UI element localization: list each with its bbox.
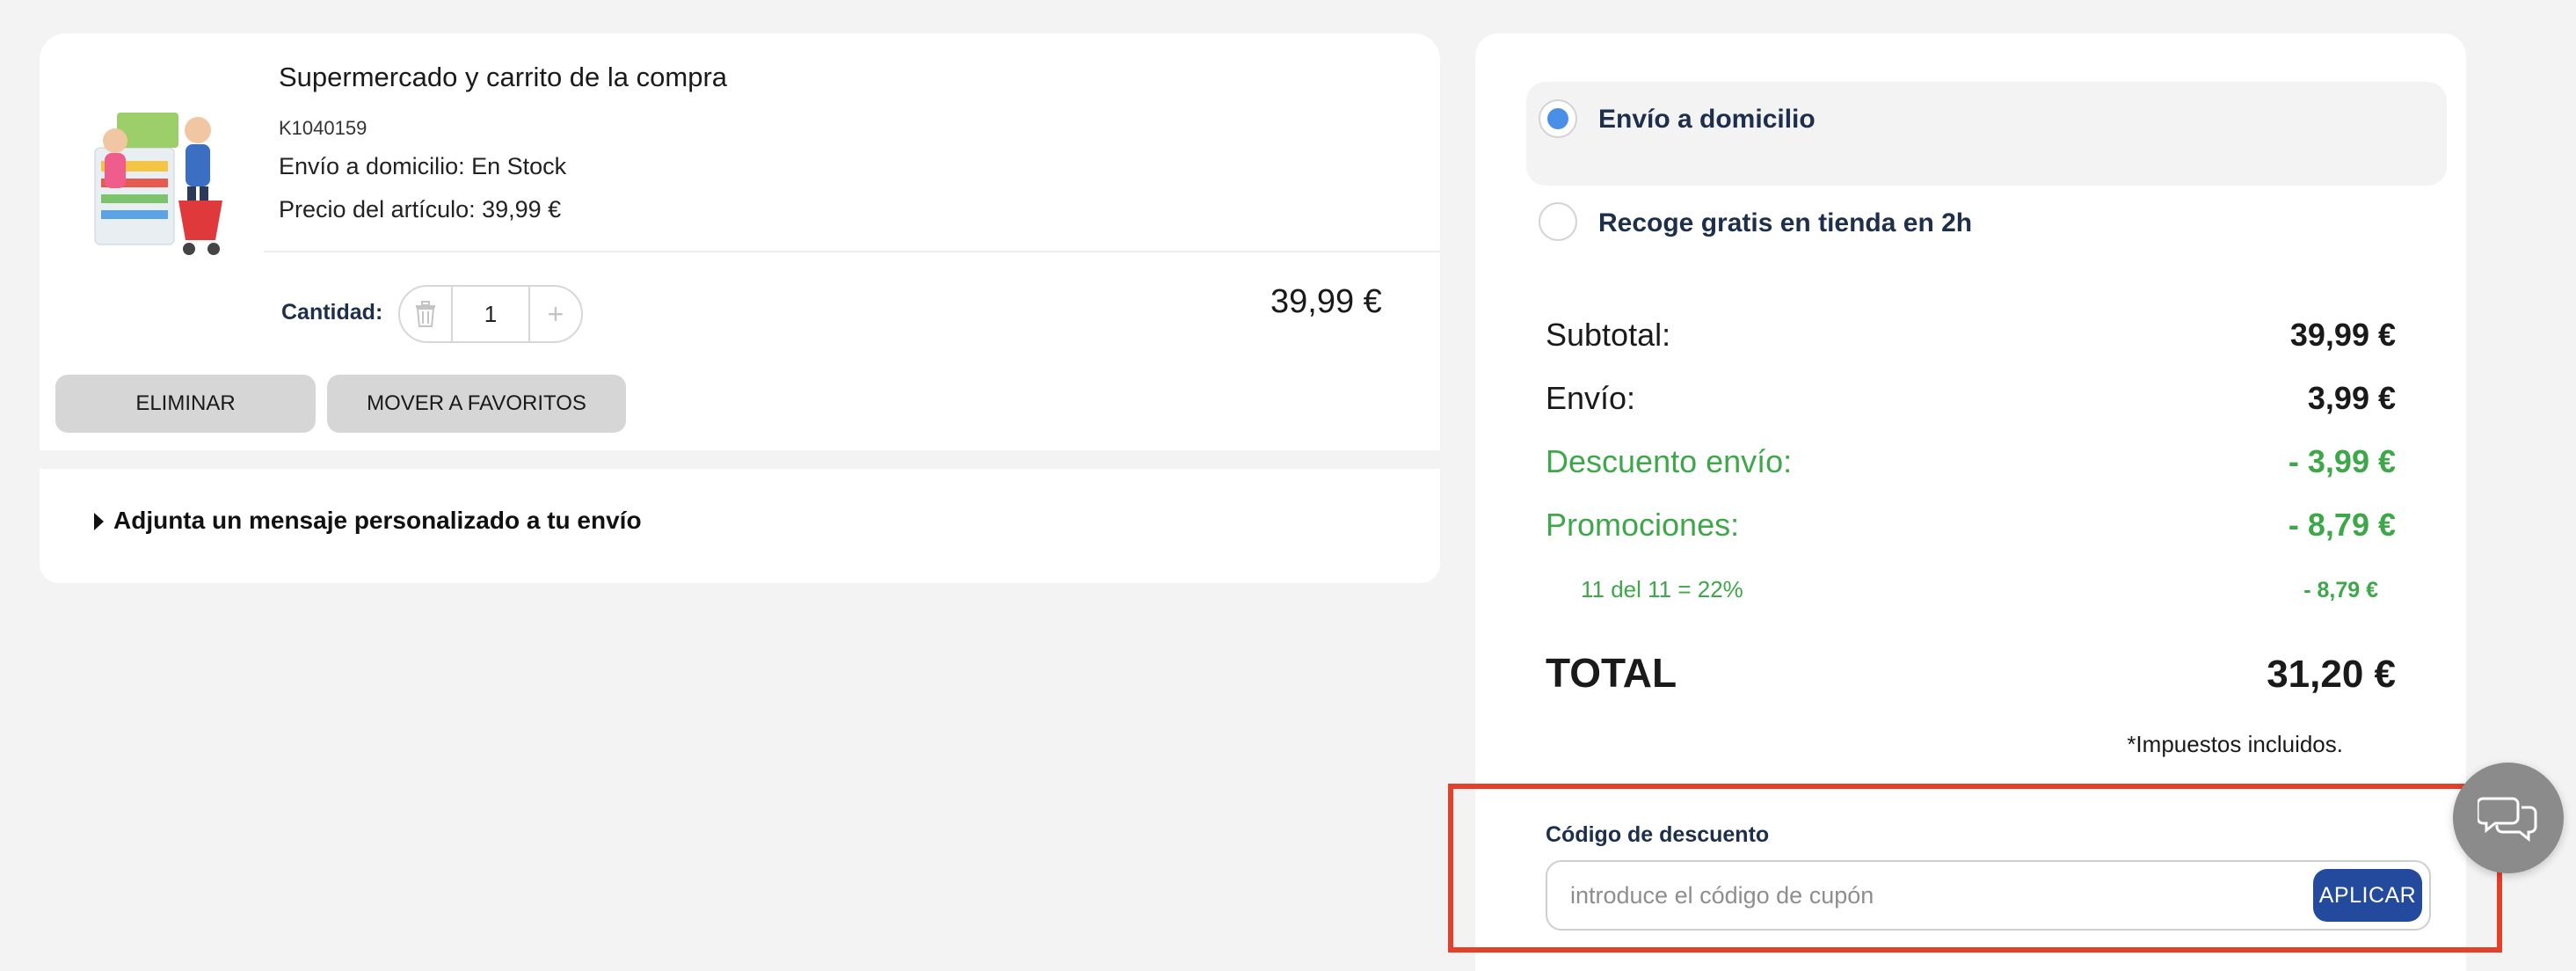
divider: [264, 251, 1440, 252]
delivery-option-store-pickup[interactable]: Recoge gratis en tienda en 2h: [1598, 208, 1972, 238]
quantity-stepper: 1 +: [398, 285, 583, 343]
line-total: 39,99 €: [1270, 283, 1382, 320]
product-name[interactable]: Supermercado y carrito de la compra: [279, 62, 727, 93]
gift-message-toggle[interactable]: Adjunta un mensaje personalizado a tu en…: [113, 507, 642, 535]
radio-home-delivery[interactable]: [1539, 99, 1577, 138]
shipping-value: 3,99 €: [2307, 380, 2396, 416]
trash-icon[interactable]: [400, 287, 451, 341]
subtotal-label: Subtotal:: [1546, 317, 1671, 353]
shipping-label: Envío:: [1546, 380, 1636, 416]
chat-bubbles-icon: [2478, 797, 2537, 843]
product-image-icon: [94, 113, 222, 255]
radio-store-pickup[interactable]: [1539, 202, 1577, 241]
promotions-row: Promociones: - 8,79 €: [1546, 507, 2396, 544]
shipping-discount-row: Descuento envío: - 3,99 €: [1546, 443, 2396, 480]
promotion-detail-value: - 8,79 €: [2303, 578, 2378, 602]
promotions-label: Promociones:: [1546, 507, 1740, 543]
remove-button[interactable]: ELIMINAR: [55, 375, 316, 433]
delivery-option-home[interactable]: Envío a domicilio: [1598, 105, 1816, 135]
total-label: TOTAL: [1546, 650, 1677, 696]
product-stock-status: Envío a domicilio: En Stock: [279, 153, 567, 179]
move-to-favorites-button[interactable]: MOVER A FAVORITOS: [327, 375, 626, 433]
caret-right-icon[interactable]: [94, 513, 104, 530]
subtotal-value: 39,99 €: [2289, 317, 2396, 353]
promotion-detail-row: 11 del 11 = 22% - 8,79 €: [1581, 576, 2378, 603]
promotions-value: - 8,79 €: [2288, 507, 2396, 543]
total-value: 31,20 €: [2267, 653, 2396, 696]
shipping-discount-label: Descuento envío:: [1546, 443, 1793, 479]
tax-note: *Impuestos incluidos.: [2127, 731, 2343, 757]
coupon-highlight-frame: [1448, 784, 2502, 953]
quantity-label: Cantidad:: [281, 300, 383, 325]
product-sku: K1040159: [279, 117, 367, 139]
chat-button[interactable]: [2453, 763, 2564, 873]
quantity-value[interactable]: 1: [451, 287, 530, 341]
gift-message-card[interactable]: Adjunta un mensaje personalizado a tu en…: [40, 469, 1440, 583]
shipping-discount-value: - 3,99 €: [2288, 443, 2396, 479]
shipping-row: Envío: 3,99 €: [1546, 380, 2396, 417]
subtotal-row: Subtotal: 39,99 €: [1546, 317, 2396, 354]
product-unit-price: Precio del artículo: 39,99 €: [279, 196, 562, 223]
plus-icon[interactable]: +: [530, 287, 581, 341]
product-thumbnail[interactable]: [55, 77, 259, 281]
cart-item-card: Supermercado y carrito de la compra K104…: [40, 33, 1440, 450]
promotion-detail-label: 11 del 11 = 22%: [1581, 576, 1743, 602]
total-row: TOTAL 31,20 €: [1546, 649, 2396, 697]
